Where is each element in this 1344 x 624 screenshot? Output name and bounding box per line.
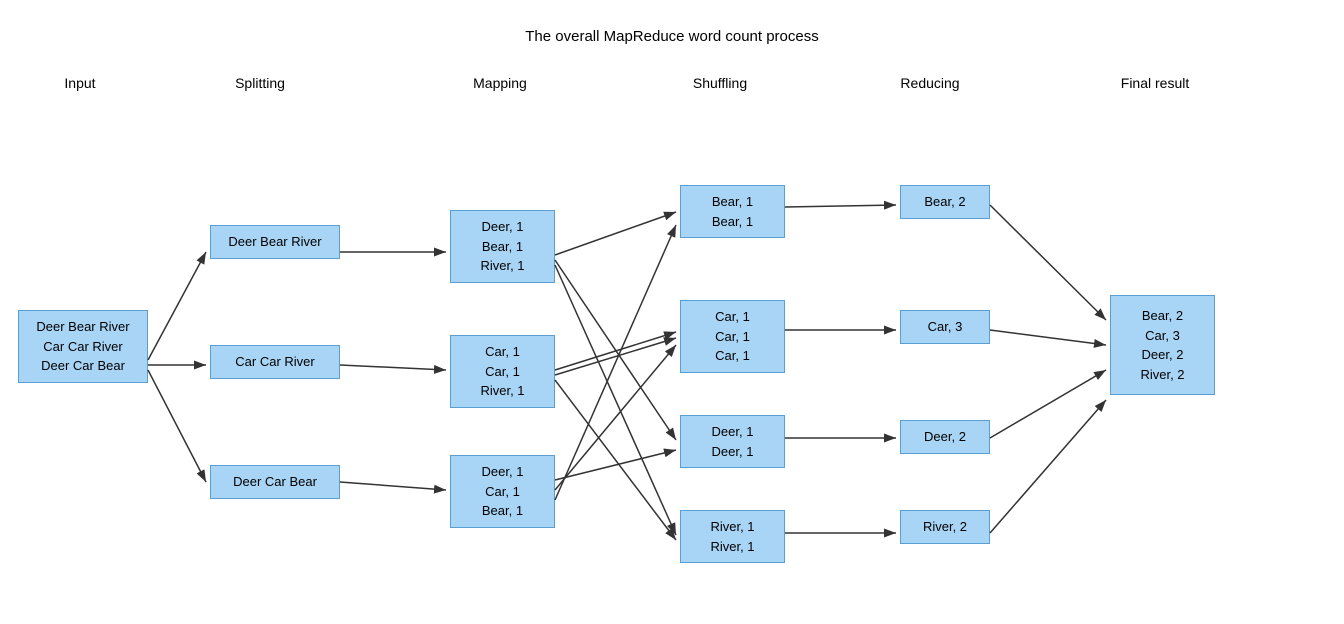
label-input: Input [30,75,130,91]
split3-box: Deer Car Bear [210,465,340,499]
reduce-bear-box: Bear, 2 [900,185,990,219]
reduce-deer-box: Deer, 2 [900,420,990,454]
split1-box: Deer Bear River [210,225,340,259]
final-box: Bear, 2 Car, 3 Deer, 2 River, 2 [1110,295,1215,395]
diagram-title: The overall MapReduce word count process [0,28,1344,45]
shuffle-car-box: Car, 1 Car, 1 Car, 1 [680,300,785,373]
label-splitting: Splitting [200,75,320,91]
reduce-car-box: Car, 3 [900,310,990,344]
split2-box: Car Car River [210,345,340,379]
map2-box: Car, 1 Car, 1 River, 1 [450,335,555,408]
diagram-container: The overall MapReduce word count process… [0,0,1344,624]
reduce-river-box: River, 2 [900,510,990,544]
shuffle-bear-box: Bear, 1 Bear, 1 [680,185,785,238]
shuffle-river-box: River, 1 River, 1 [680,510,785,563]
label-final: Final result [1090,75,1220,91]
map3-box: Deer, 1 Car, 1 Bear, 1 [450,455,555,528]
map1-box: Deer, 1 Bear, 1 River, 1 [450,210,555,283]
label-mapping: Mapping [440,75,560,91]
label-reducing: Reducing [880,75,980,91]
shuffle-deer-box: Deer, 1 Deer, 1 [680,415,785,468]
label-shuffling: Shuffling [660,75,780,91]
input-box: Deer Bear River Car Car River Deer Car B… [18,310,148,383]
